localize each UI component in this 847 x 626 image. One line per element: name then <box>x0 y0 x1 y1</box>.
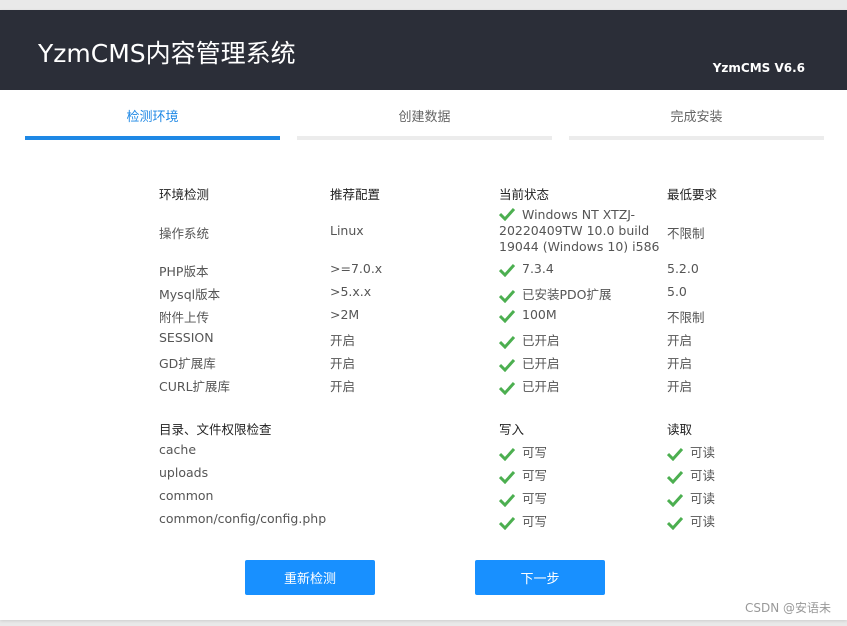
perm-header-read: 读取 <box>667 422 693 437</box>
perm-read-text: 可读 <box>690 491 716 506</box>
env-header-name: 环境检测 <box>159 187 210 202</box>
install-card: YzmCMS内容管理系统 YzmCMS V6.6 检测环境 创建数据 完成安装 … <box>0 10 847 620</box>
env-current: 7.3.4 <box>499 261 554 277</box>
version-label: YzmCMS V6.6 <box>712 61 805 75</box>
env-current-text: 已开启 <box>522 333 560 348</box>
step-progress-bar <box>569 136 824 140</box>
check-icon <box>499 289 517 303</box>
env-current: 已开启 <box>499 330 560 349</box>
perm-path: uploads <box>159 465 209 480</box>
env-min: 5.0 <box>667 284 687 299</box>
env-min: 开启 <box>667 379 693 394</box>
perm-read-text: 可读 <box>690 514 716 529</box>
perm-read: 可读 <box>667 511 715 530</box>
env-recommend: 开启 <box>330 333 356 348</box>
check-icon <box>667 516 685 530</box>
env-header-min: 最低要求 <box>667 187 718 202</box>
perm-read: 可读 <box>667 465 715 484</box>
env-current-text: 100M <box>522 307 557 322</box>
env-name: SESSION <box>159 330 214 345</box>
install-steps: 检测环境 创建数据 完成安装 <box>25 106 825 146</box>
env-header-current: 当前状态 <box>499 187 550 202</box>
check-icon <box>499 335 517 349</box>
step-create-data: 创建数据 <box>297 106 552 140</box>
check-icon <box>499 263 517 277</box>
step-check-environment: 检测环境 <box>25 106 280 140</box>
step-progress-bar <box>25 136 280 140</box>
step-progress-bar <box>297 136 552 140</box>
env-name: CURL扩展库 <box>159 379 231 394</box>
check-icon <box>667 447 685 461</box>
perm-write: 可写 <box>499 442 547 461</box>
header-bar: YzmCMS内容管理系统 YzmCMS V6.6 <box>0 10 847 90</box>
env-name: 附件上传 <box>159 310 210 325</box>
recheck-button[interactable]: 重新检测 <box>245 560 375 595</box>
check-icon <box>499 207 517 221</box>
check-icon <box>499 447 517 461</box>
check-icon <box>499 470 517 484</box>
env-min: 开启 <box>667 333 693 348</box>
env-current: Windows NT XTZJ-20220409TW 10.0 build 19… <box>499 207 664 255</box>
perm-write-text: 可写 <box>522 445 548 460</box>
perm-write-text: 可写 <box>522 514 548 529</box>
env-current: 已开启 <box>499 353 560 372</box>
env-current-text: 已开启 <box>522 379 560 394</box>
check-icon <box>667 470 685 484</box>
perm-header-write: 写入 <box>499 422 525 437</box>
perm-write: 可写 <box>499 488 547 507</box>
perm-path: common <box>159 488 214 503</box>
env-recommend: >2M <box>330 307 360 322</box>
check-icon <box>667 493 685 507</box>
app-title: YzmCMS内容管理系统 <box>38 39 296 68</box>
env-current: 已开启 <box>499 376 560 395</box>
perm-write-text: 可写 <box>522 491 548 506</box>
env-name: Mysql版本 <box>159 287 221 302</box>
check-icon <box>499 309 517 323</box>
perm-write: 可写 <box>499 465 547 484</box>
perm-read-text: 可读 <box>690 445 716 460</box>
env-current-text: 7.3.4 <box>522 261 554 276</box>
check-icon <box>499 358 517 372</box>
env-min: 不限制 <box>667 226 705 241</box>
check-icon <box>499 381 517 395</box>
watermark-text: CSDN @安语未 <box>744 601 831 615</box>
env-current: 已安装PDO扩展 <box>499 284 612 303</box>
perm-read: 可读 <box>667 488 715 507</box>
perm-path: common/config/config.php <box>159 511 327 526</box>
env-current-text: 已开启 <box>522 356 560 371</box>
env-min: 不限制 <box>667 310 705 325</box>
env-recommend: 开启 <box>330 379 356 394</box>
next-step-button[interactable]: 下一步 <box>475 560 605 595</box>
env-min: 开启 <box>667 356 693 371</box>
env-current: 100M <box>499 307 557 323</box>
env-recommend: Linux <box>330 223 364 238</box>
perm-path: cache <box>159 442 197 457</box>
step-label: 创建数据 <box>398 110 451 125</box>
step-label: 检测环境 <box>126 110 179 125</box>
env-name: PHP版本 <box>159 264 209 279</box>
perm-header-path: 目录、文件权限检查 <box>159 422 272 437</box>
env-min: 5.2.0 <box>667 261 699 276</box>
env-current-text: 已安装PDO扩展 <box>522 287 612 302</box>
step-label: 完成安装 <box>670 110 723 125</box>
env-recommend: >5.x.x <box>330 284 372 299</box>
step-finish-install: 完成安装 <box>569 106 824 140</box>
perm-read: 可读 <box>667 442 715 461</box>
env-recommend: 开启 <box>330 356 356 371</box>
perm-read-text: 可读 <box>690 468 716 483</box>
env-name: GD扩展库 <box>159 356 216 371</box>
env-current-text: Windows NT XTZJ-20220409TW 10.0 build 19… <box>499 207 660 254</box>
env-header-recommend: 推荐配置 <box>330 187 381 202</box>
env-recommend: >=7.0.x <box>330 261 383 276</box>
perm-write-text: 可写 <box>522 468 548 483</box>
check-icon <box>499 493 517 507</box>
check-icon <box>499 516 517 530</box>
env-name: 操作系统 <box>159 226 210 241</box>
perm-write: 可写 <box>499 511 547 530</box>
